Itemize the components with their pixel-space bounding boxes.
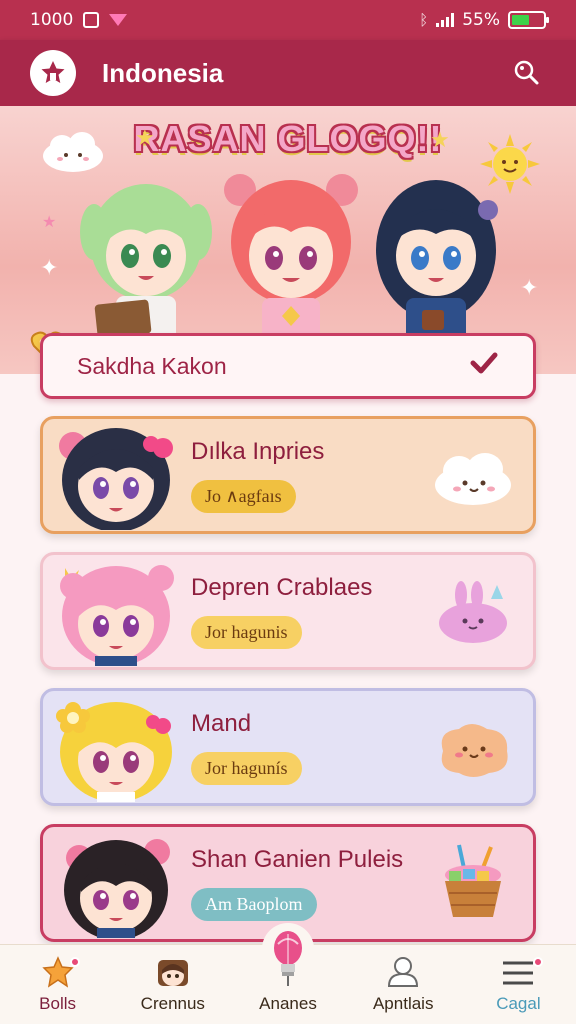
card-title: Dılka Inpries	[191, 437, 325, 465]
checkmark-icon	[469, 351, 499, 381]
avatar	[51, 692, 181, 802]
nav-label: Bolls	[39, 994, 77, 1013]
nav-item-crennus[interactable]: Crennus	[115, 945, 230, 1024]
list-item[interactable]: Depren Crablaes Jor hagunis	[40, 552, 536, 670]
app-bar: Indonesia	[0, 40, 576, 106]
nav-label: Crennus	[140, 994, 205, 1013]
character-red-hair	[224, 174, 358, 342]
nav-item-cagal[interactable]: Cagal	[461, 945, 576, 1024]
search-button[interactable]	[506, 53, 546, 93]
star-house-icon[interactable]	[30, 50, 76, 96]
card-title: Shan Ganien Puleis	[191, 845, 404, 873]
card-tag[interactable]: Jor hagunis	[191, 615, 302, 649]
character-navy-hair	[376, 180, 498, 342]
card-tag[interactable]: Jor hagunís	[191, 751, 302, 785]
section-header-label: Sakdha Kakon	[77, 352, 227, 379]
card-tag[interactable]: Am Baoplom	[191, 887, 317, 921]
battery-percent: 55%	[462, 10, 500, 30]
sparkle-icon: ✦	[520, 276, 539, 301]
lightbulb-icon	[271, 930, 305, 988]
list-item[interactable]: Mand Jor hagunís	[40, 688, 536, 806]
avatar	[51, 420, 181, 532]
battery-icon	[508, 11, 549, 29]
character-green-hair	[80, 184, 212, 342]
bottom-nav: Bolls Crennus Ananes Apntlais Cagal	[0, 923, 576, 1024]
nav-label: Ananes	[259, 994, 317, 1013]
nav-item-ananes[interactable]: Ananes	[230, 923, 345, 1024]
status-time: 1000	[30, 10, 74, 30]
person-icon	[386, 954, 420, 988]
card-title: Mand	[191, 709, 252, 737]
drink-icon	[445, 844, 501, 917]
avatar	[51, 828, 181, 940]
star-icon: ★	[135, 126, 155, 151]
nav-label: Apntlais	[372, 994, 434, 1013]
nav-item-bolls[interactable]: Bolls	[0, 945, 115, 1024]
section-header-dropdown[interactable]: Sakdha Kakon	[40, 333, 536, 399]
page-title: Indonesia	[102, 57, 224, 88]
cloud-icon	[435, 453, 511, 505]
menu-icon	[500, 954, 536, 988]
status-bar: 1000 ᛒ 55%	[0, 0, 576, 40]
notification-dot	[532, 957, 543, 967]
cloud-icon	[43, 132, 103, 172]
notification-dot	[70, 957, 80, 967]
card-title: Depren Crablaes	[191, 573, 373, 601]
nav-label: Cagal	[496, 994, 541, 1013]
cookie-icon	[441, 724, 508, 777]
sparkle-icon: ✦	[40, 256, 59, 281]
list-item[interactable]: Dılka Inpries Jo ∧agfaıs	[40, 416, 536, 534]
app-notification-icon	[109, 14, 128, 26]
card-tag[interactable]: Jo ∧agfaıs	[191, 479, 296, 513]
bunny-icon	[439, 581, 507, 643]
bluetooth-icon: ᛒ	[419, 11, 429, 29]
notification-icon	[83, 12, 100, 28]
signal-icon	[436, 13, 455, 27]
star-icon: ★	[430, 128, 450, 153]
character-icon	[156, 954, 190, 988]
search-icon	[514, 60, 539, 85]
star-icon: ★	[42, 212, 57, 231]
avatar	[51, 556, 181, 666]
nav-item-apntlais[interactable]: Apntlais	[346, 945, 461, 1024]
